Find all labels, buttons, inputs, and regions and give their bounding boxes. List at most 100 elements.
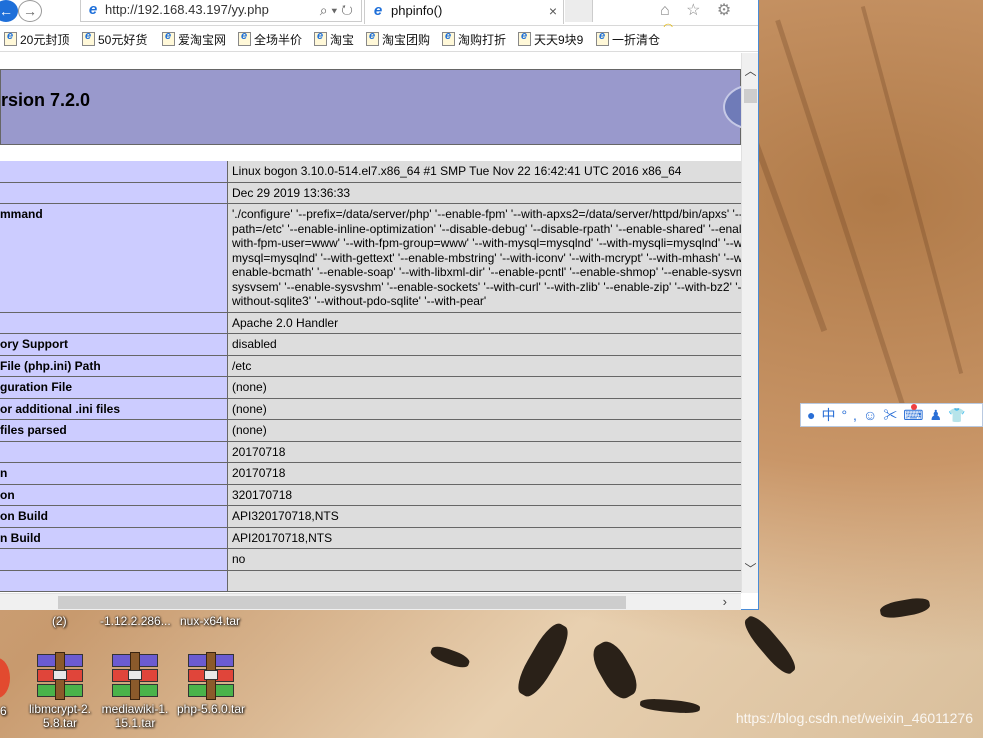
table-row: 20170718 bbox=[0, 441, 741, 463]
page-title: rsion 7.2.0 bbox=[1, 90, 91, 110]
row-value: 320170718 bbox=[228, 484, 741, 505]
wallpaper-ink bbox=[739, 611, 801, 679]
table-row: mmand './configure' '--prefix=/data/serve… bbox=[0, 204, 741, 313]
browser-window: ← → e http://192.168.43.197/yy.php ⌕ ▾ ↻… bbox=[0, 0, 759, 610]
table-row: no bbox=[0, 549, 741, 571]
scroll-up-icon[interactable]: ︿ bbox=[742, 63, 759, 80]
favorite-item[interactable]: 20元封顶 bbox=[4, 30, 69, 48]
page-icon bbox=[596, 30, 609, 46]
ime-toolbar[interactable]: ●中°,☺✂⌨♟👕 bbox=[800, 403, 983, 427]
back-button[interactable]: ← bbox=[0, 0, 18, 22]
wallpaper-ink bbox=[878, 595, 932, 621]
desktop-icon-php[interactable]: php-5.6.0.tar bbox=[176, 652, 246, 716]
ime-icons[interactable]: ●中°,☺✂⌨♟👕 bbox=[807, 407, 971, 423]
url-tools-icons[interactable]: ⌕ ▾ ↻ bbox=[320, 0, 353, 20]
desktop-icon-label: libmcrypt-2. 5.8.tar bbox=[28, 702, 91, 730]
desktop-icon-mediawiki[interactable]: mediawiki-1. 15.1.tar bbox=[100, 652, 170, 730]
favorite-item[interactable]: 淘宝 bbox=[314, 30, 354, 48]
favorite-item[interactable]: 淘购打折 bbox=[442, 30, 506, 48]
favorite-item[interactable]: 50元好货 bbox=[82, 30, 147, 48]
scroll-thumb[interactable] bbox=[58, 596, 626, 609]
wallpaper-ink bbox=[639, 697, 701, 715]
row-key: n bbox=[0, 463, 228, 484]
favorite-item[interactable]: 淘宝团购 bbox=[366, 30, 430, 48]
page-icon bbox=[518, 30, 531, 46]
row-key: n Build bbox=[0, 527, 228, 548]
row-key bbox=[0, 161, 228, 182]
forward-button[interactable]: → bbox=[18, 0, 42, 22]
table-row: files parsed (none) bbox=[0, 420, 741, 442]
ie-icon: e bbox=[88, 1, 98, 18]
row-key: files parsed bbox=[0, 420, 228, 441]
row-key bbox=[0, 549, 228, 570]
url-field[interactable]: e http://192.168.43.197/yy.php ⌕ ▾ ↻ bbox=[80, 0, 362, 22]
page-content: rsion 7.2.0 Linux bogon 3.10.0-514.el7.x… bbox=[0, 53, 741, 593]
new-tab-button[interactable] bbox=[565, 0, 593, 22]
row-key bbox=[0, 312, 228, 333]
favorite-item[interactable]: 天天9块9 bbox=[518, 30, 583, 48]
phpinfo-header: rsion 7.2.0 bbox=[0, 69, 741, 145]
row-value: Linux bogon 3.10.0-514.el7.x86_64 #1 SMP… bbox=[228, 161, 741, 182]
page-icon bbox=[162, 30, 175, 46]
home-star-gear-icons[interactable]: ⌂ ☆ ⚙ bbox=[660, 2, 737, 19]
archive-icon bbox=[188, 652, 234, 700]
page-icon bbox=[366, 30, 379, 46]
row-value: Dec 29 2019 13:36:33 bbox=[228, 182, 741, 203]
wallpaper-stripe bbox=[775, 19, 910, 421]
row-value: 20170718 bbox=[228, 441, 741, 462]
row-key: guration File bbox=[0, 377, 228, 398]
desktop-icon-label: php-5.6.0.tar bbox=[176, 702, 246, 716]
row-value: no bbox=[228, 549, 741, 570]
table-row: Apache 2.0 Handler bbox=[0, 312, 741, 334]
table-row: or additional .ini files (none) bbox=[0, 398, 741, 420]
row-value: (none) bbox=[228, 398, 741, 419]
table-row: n 20170718 bbox=[0, 463, 741, 485]
page-icon bbox=[4, 30, 17, 46]
row-value: (none) bbox=[228, 420, 741, 441]
horizontal-scrollbar[interactable]: › bbox=[0, 593, 741, 610]
favorite-item[interactable]: 一折清仓 bbox=[596, 30, 660, 48]
wallpaper-ink bbox=[428, 643, 472, 671]
row-key: File (php.ini) Path bbox=[0, 355, 228, 376]
row-key bbox=[0, 441, 228, 462]
row-value: API320170718,NTS bbox=[228, 506, 741, 527]
row-key bbox=[0, 182, 228, 203]
table-row: n Build API20170718,NTS bbox=[0, 527, 741, 549]
ie-icon: e bbox=[373, 2, 383, 19]
tab-title: phpinfo() bbox=[391, 3, 443, 18]
row-key: on bbox=[0, 484, 228, 505]
scroll-thumb[interactable] bbox=[744, 89, 757, 103]
table-row: guration File (none) bbox=[0, 377, 741, 399]
address-bar: ← → e http://192.168.43.197/yy.php ⌕ ▾ ↻… bbox=[0, 0, 758, 37]
table-row: on 320170718 bbox=[0, 484, 741, 506]
desktop-label[interactable]: nux-x64.tar bbox=[180, 614, 240, 628]
tab-phpinfo[interactable]: e phpinfo() × bbox=[364, 0, 564, 24]
row-key: ory Support bbox=[0, 334, 228, 355]
table-row: Dec 29 2019 13:36:33 bbox=[0, 182, 741, 204]
row-key: or additional .ini files bbox=[0, 398, 228, 419]
scroll-down-icon[interactable]: ﹀ bbox=[742, 561, 759, 578]
row-value: Apache 2.0 Handler bbox=[228, 312, 741, 333]
desktop-label[interactable]: (2) bbox=[52, 614, 67, 628]
tab-close-icon[interactable]: × bbox=[549, 0, 557, 22]
scroll-right-icon[interactable]: › bbox=[723, 594, 727, 610]
favorite-item[interactable]: 爱淘宝网 bbox=[162, 30, 226, 48]
desktop-label[interactable]: 6 bbox=[0, 704, 7, 718]
table-row bbox=[0, 570, 741, 592]
table-row: File (php.ini) Path/etc bbox=[0, 355, 741, 377]
row-value bbox=[228, 570, 741, 591]
row-value: (none) bbox=[228, 377, 741, 398]
vertical-scrollbar[interactable]: ︿ ﹀ bbox=[741, 53, 758, 593]
row-value: './configure' '--prefix=/data/server/php… bbox=[228, 204, 741, 312]
row-value: 20170718 bbox=[228, 463, 741, 484]
page-icon bbox=[442, 30, 455, 46]
archive-icon bbox=[37, 652, 83, 700]
desktop-label[interactable]: -1.12.2.286... bbox=[100, 614, 171, 628]
table-row: on Build API320170718,NTS bbox=[0, 506, 741, 528]
wallpaper-ink bbox=[587, 636, 643, 704]
row-value: /etc bbox=[228, 355, 741, 376]
url-text[interactable]: http://192.168.43.197/yy.php bbox=[105, 2, 269, 17]
desktop-icon-libmcrypt[interactable]: libmcrypt-2. 5.8.tar bbox=[25, 652, 95, 730]
favorite-item[interactable]: 全场半价 bbox=[238, 30, 302, 48]
page-icon bbox=[314, 30, 327, 46]
